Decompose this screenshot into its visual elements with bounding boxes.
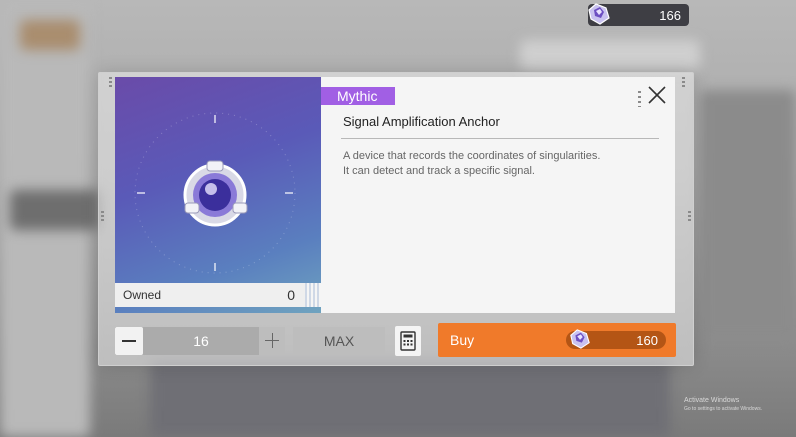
crystal-gem-icon: [570, 329, 590, 349]
quantity-stepper: 16: [115, 327, 285, 355]
currency-amount: 166: [659, 8, 681, 23]
divider: [341, 138, 659, 139]
max-button[interactable]: MAX: [293, 327, 385, 355]
item-name: Signal Amplification Anchor: [343, 114, 500, 129]
corner-grip: [682, 77, 685, 89]
close-icon[interactable]: [645, 83, 669, 107]
barcode-decoration: [305, 283, 321, 307]
rarity-badge: Mythic: [321, 87, 395, 105]
item-artwork: Owned 0: [115, 77, 321, 313]
increase-button[interactable]: [259, 327, 285, 355]
currency-display: 166: [588, 3, 689, 26]
description-line: It can detect and track a specific signa…: [343, 165, 535, 177]
windows-watermark: Activate Windows Go to settings to activ…: [684, 396, 762, 414]
calculator-button[interactable]: [395, 326, 421, 356]
owned-counter: Owned 0: [115, 283, 321, 307]
quantity-value[interactable]: 16: [145, 327, 257, 355]
description-line: A device that records the coordinates of…: [343, 150, 601, 162]
item-card: Owned 0 Mythic Signal Amplification Anch…: [115, 77, 675, 313]
calculator-icon: [400, 331, 416, 351]
buy-button[interactable]: Buy 160: [438, 323, 676, 357]
more-dots: [638, 91, 641, 107]
item-description: A device that records the coordinates of…: [343, 149, 663, 179]
watermark-title: Activate Windows: [684, 397, 740, 404]
side-grip: [688, 211, 691, 223]
crystal-gem-icon: [588, 3, 610, 25]
owned-label: Owned: [123, 288, 162, 302]
price-amount: 160: [636, 333, 658, 348]
watermark-subtitle: Go to settings to activate Windows.: [684, 406, 763, 412]
side-grip: [101, 211, 104, 223]
buy-label: Buy: [450, 332, 475, 348]
anchor-device-icon: [134, 112, 296, 274]
owned-count: 0: [287, 287, 295, 303]
decrease-button[interactable]: [115, 327, 143, 355]
purchase-dialog: Owned 0 Mythic Signal Amplification Anch…: [98, 72, 694, 366]
corner-grip: [109, 77, 112, 89]
price-tag: 160: [566, 329, 666, 349]
